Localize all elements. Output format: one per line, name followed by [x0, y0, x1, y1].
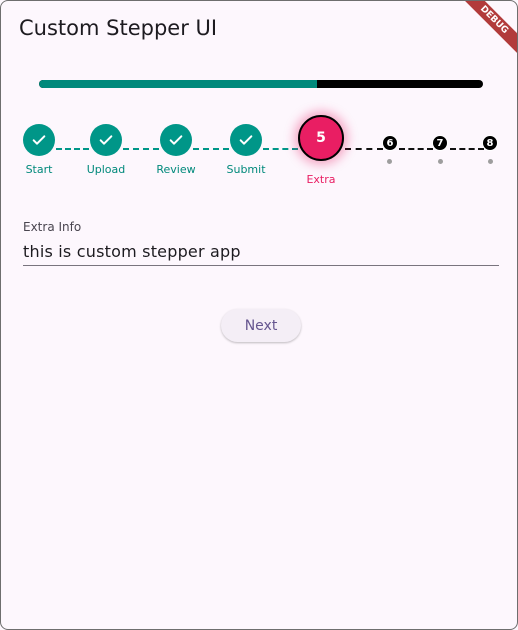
step-8[interactable]: 8 [482, 135, 498, 151]
step-connector-future [399, 148, 433, 150]
extra-info-label: Extra Info [23, 220, 82, 234]
check-icon [169, 135, 183, 145]
step-indicator-dot [438, 159, 443, 164]
step-label-submit: Submit [226, 163, 266, 176]
app-window: Custom Stepper UI DEBUG Start Upload Rev… [0, 0, 518, 630]
step-connector-future [345, 148, 383, 150]
step-label-upload: Upload [86, 163, 126, 176]
step-indicator-dot [387, 159, 392, 164]
step-submit[interactable] [230, 124, 262, 156]
stepper: Start Upload Review Submit 5 Extra 6 7 8 [1, 1, 517, 201]
check-icon [32, 135, 46, 145]
step-connector [193, 148, 229, 150]
step-start[interactable] [23, 124, 55, 156]
step-label-start: Start [25, 163, 53, 176]
step-connector-future [450, 148, 484, 150]
step-connector [56, 148, 89, 150]
step-6[interactable]: 6 [382, 135, 398, 151]
step-extra-current[interactable]: 5 [298, 115, 344, 161]
step-label-extra: Extra [306, 173, 336, 186]
step-indicator-dot [488, 159, 493, 164]
step-number: 8 [486, 137, 494, 149]
step-label-review: Review [156, 163, 196, 176]
check-icon [239, 135, 253, 145]
step-connector [263, 148, 298, 150]
step-connector [123, 148, 159, 150]
step-number: 7 [436, 137, 444, 149]
check-icon [99, 135, 113, 145]
next-button[interactable]: Next [221, 309, 301, 342]
step-review[interactable] [160, 124, 192, 156]
step-number: 6 [386, 137, 394, 149]
step-number: 5 [316, 130, 326, 146]
step-upload[interactable] [90, 124, 122, 156]
step-7[interactable]: 7 [432, 135, 448, 151]
extra-info-field[interactable] [23, 237, 499, 266]
